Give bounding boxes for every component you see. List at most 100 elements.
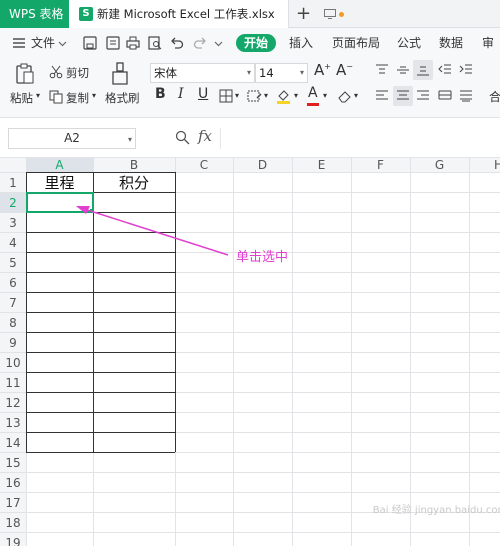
underline-icon[interactable]: U xyxy=(198,86,208,102)
export-icon[interactable] xyxy=(106,36,120,50)
tab-start[interactable]: 开始 xyxy=(236,34,276,52)
spreadsheet-grid[interactable]: ABCDEFGH1234567891011121314151617181920里… xyxy=(0,158,500,546)
row-header-4[interactable]: 4 xyxy=(9,236,17,250)
merge-button[interactable]: 合 xyxy=(489,88,500,105)
tab-insert[interactable]: 插入 xyxy=(289,28,313,58)
row-header-16[interactable]: 16 xyxy=(5,476,20,490)
row-header-9[interactable]: 9 xyxy=(9,336,17,350)
app-tab[interactable]: WPS 表格 xyxy=(0,0,69,28)
align-right-icon[interactable] xyxy=(416,90,430,102)
print-icon[interactable] xyxy=(126,36,140,50)
monitor-icon[interactable] xyxy=(324,9,336,19)
row-header-12[interactable]: 12 xyxy=(5,396,20,410)
column-header-g[interactable]: G xyxy=(435,158,444,172)
bold-icon[interactable]: B xyxy=(155,86,166,102)
title-bar: WPS 表格 S 新建 Microsoft Excel 工作表.xlsx + xyxy=(0,0,500,28)
column-header-d[interactable]: D xyxy=(258,158,267,172)
save-icon[interactable] xyxy=(83,36,97,50)
align-center-icon[interactable] xyxy=(396,90,410,102)
fill-color-dropdown-icon[interactable]: ▾ xyxy=(294,91,298,100)
tab-page-layout[interactable]: 页面布局 xyxy=(332,28,380,58)
row-header-8[interactable]: 8 xyxy=(9,316,17,330)
copy-icon[interactable] xyxy=(49,90,63,104)
borders-dropdown-icon[interactable]: ▾ xyxy=(235,91,239,100)
document-tab[interactable]: S 新建 Microsoft Excel 工作表.xlsx xyxy=(69,0,344,28)
decrease-indent-icon[interactable] xyxy=(438,64,452,76)
scissors-icon[interactable] xyxy=(49,65,63,79)
tab-formula[interactable]: 公式 xyxy=(397,28,421,58)
row-header-10[interactable]: 10 xyxy=(5,356,20,370)
eraser-icon[interactable] xyxy=(337,89,352,103)
font-size-value: 14 xyxy=(259,66,274,80)
print-preview-icon[interactable] xyxy=(148,36,162,50)
font-name-value: 宋体 xyxy=(154,66,177,80)
font-name-dropdown-icon[interactable]: ▾ xyxy=(247,64,251,82)
row-header-11[interactable]: 11 xyxy=(5,376,20,390)
undo-icon[interactable] xyxy=(170,36,184,50)
file-menu[interactable]: 文件 xyxy=(31,28,55,58)
column-header-c[interactable]: C xyxy=(200,158,208,172)
align-left-icon[interactable] xyxy=(375,90,389,102)
align-bottom-icon[interactable] xyxy=(416,64,430,76)
align-middle-icon[interactable] xyxy=(396,64,410,76)
row-header-2[interactable]: 2 xyxy=(9,196,17,210)
justify-icon[interactable] xyxy=(438,90,452,102)
cell-a1[interactable]: 里程 xyxy=(44,174,74,192)
column-header-h[interactable]: H xyxy=(494,158,500,172)
format-painter-button[interactable]: 格式刷 xyxy=(105,90,140,106)
row-header-3[interactable]: 3 xyxy=(9,216,17,230)
column-header-b[interactable]: B xyxy=(130,158,138,172)
align-top-icon[interactable] xyxy=(375,64,389,76)
column-header-a[interactable]: A xyxy=(55,158,64,172)
paste-button[interactable]: 粘贴 xyxy=(10,90,33,106)
new-tab-button[interactable]: + xyxy=(296,4,311,24)
row-header-7[interactable]: 7 xyxy=(9,296,17,310)
redo-icon[interactable] xyxy=(193,36,207,50)
increase-indent-icon[interactable] xyxy=(459,64,473,76)
decrease-font-icon[interactable]: A− xyxy=(336,61,353,79)
tab-data[interactable]: 数据 xyxy=(439,28,463,58)
font-size-select[interactable]: 14 ▾ xyxy=(255,63,308,83)
increase-font-icon[interactable]: A+ xyxy=(314,61,331,79)
insert-function-icon[interactable]: fx xyxy=(198,127,212,145)
tab-review[interactable]: 审阅 xyxy=(482,28,500,80)
grid-canvas[interactable]: ABCDEFGH1234567891011121314151617181920里… xyxy=(0,158,500,546)
name-box-dropdown-icon[interactable]: ▾ xyxy=(128,130,132,149)
row-header-17[interactable]: 17 xyxy=(5,496,20,510)
copy-button[interactable]: 复制 xyxy=(66,90,89,106)
zoom-search-icon[interactable] xyxy=(175,130,190,145)
chevron-down-icon[interactable] xyxy=(58,39,67,48)
row-header-19[interactable]: 19 xyxy=(5,536,20,546)
borders-icon[interactable] xyxy=(219,89,233,103)
column-header-f[interactable]: F xyxy=(377,158,384,172)
unsaved-dot-icon xyxy=(339,12,344,17)
row-header-5[interactable]: 5 xyxy=(9,256,17,270)
cell-b1[interactable]: 积分 xyxy=(119,174,149,192)
eraser-dropdown-icon[interactable]: ▾ xyxy=(354,91,358,100)
cell-style-icon[interactable] xyxy=(247,89,263,103)
row-header-6[interactable]: 6 xyxy=(9,276,17,290)
italic-icon[interactable]: I xyxy=(178,86,184,102)
font-color-dropdown-icon[interactable]: ▾ xyxy=(323,91,327,100)
row-header-1[interactable]: 1 xyxy=(9,176,17,190)
copy-dropdown-icon[interactable]: ▾ xyxy=(92,91,96,100)
font-size-dropdown-icon[interactable]: ▾ xyxy=(300,64,304,82)
font-name-select[interactable]: 宋体 ▾ xyxy=(150,63,255,83)
hamburger-menu-icon[interactable] xyxy=(12,36,26,50)
font-color-icon[interactable]: A xyxy=(308,85,318,101)
row-header-14[interactable]: 14 xyxy=(5,436,20,450)
column-header-e[interactable]: E xyxy=(318,158,326,172)
name-box[interactable]: A2 ▾ xyxy=(8,128,136,149)
format-painter-icon[interactable] xyxy=(111,62,129,86)
cut-button[interactable]: 剪切 xyxy=(66,65,89,81)
row-header-18[interactable]: 18 xyxy=(5,516,20,530)
paste-icon[interactable] xyxy=(14,63,36,85)
fill-color-icon[interactable] xyxy=(276,88,292,104)
quick-access-dropdown-icon[interactable] xyxy=(214,39,223,48)
row-header-13[interactable]: 13 xyxy=(5,416,20,430)
formula-input[interactable] xyxy=(220,128,500,149)
cell-style-dropdown-icon[interactable]: ▾ xyxy=(264,91,268,100)
distributed-align-icon[interactable] xyxy=(459,90,473,102)
paste-dropdown-icon[interactable]: ▾ xyxy=(36,91,40,100)
row-header-15[interactable]: 15 xyxy=(5,456,20,470)
